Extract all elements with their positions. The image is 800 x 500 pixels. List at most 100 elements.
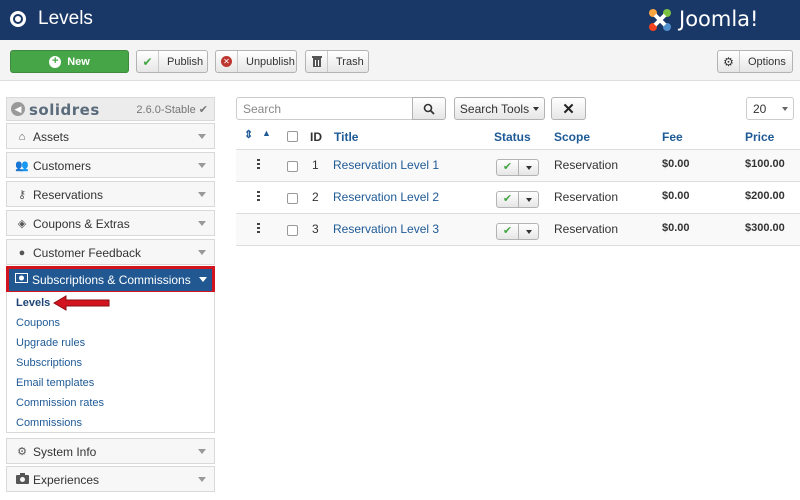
sidebar-item-assets[interactable]: ⌂ Assets [6, 123, 215, 149]
options-label: Options [748, 55, 786, 68]
col-header-id[interactable]: ID [310, 130, 322, 144]
status-toggle[interactable]: ✔ [496, 223, 539, 240]
check-icon: ✔ [497, 160, 519, 175]
row-id: 2 [312, 190, 319, 204]
chevron-down-icon [782, 107, 788, 111]
gear-icon: ⚙ [718, 51, 740, 72]
money-icon [14, 273, 28, 287]
caret-down-icon [526, 198, 532, 202]
drag-handle-icon[interactable] [257, 223, 260, 233]
col-header-scope[interactable]: Scope [554, 130, 590, 144]
submenu-coupons[interactable]: Coupons [16, 317, 60, 329]
sidebar-item-label: Assets [33, 130, 70, 144]
toolbar: + New ✔ Publish ✕ Unpublish Trash ⚙ Opti… [0, 40, 800, 81]
version-label: 2.6.0-Stable ✔ [136, 104, 208, 116]
row-title-link[interactable]: Reservation Level 1 [333, 158, 439, 172]
options-button[interactable]: ⚙ Options [717, 50, 793, 73]
search-tools-label: Search Tools [459, 101, 530, 116]
row-checkbox[interactable] [287, 225, 298, 236]
caret-down-icon [533, 106, 540, 111]
table-row: 2 Reservation Level 2 ✔ Reservation $0.0… [236, 182, 800, 214]
status-toggle[interactable]: ✔ [496, 159, 539, 176]
list-limit-value: 20 [753, 102, 767, 116]
publish-button[interactable]: ✔ Publish [136, 50, 208, 73]
submenu-commissions[interactable]: Commissions [16, 417, 82, 429]
submenu-email-templates[interactable]: Email templates [16, 377, 94, 389]
sort-ordering-icon[interactable]: ⇕ [244, 128, 253, 141]
tag-icon: ◈ [17, 218, 27, 230]
unpublish-button[interactable]: ✕ Unpublish [215, 50, 297, 73]
chevron-down-icon [198, 134, 206, 139]
sidebar-item-customers[interactable]: 👥 Customers [6, 152, 215, 178]
row-fee: $0.00 [662, 190, 690, 202]
submenu-commission-rates[interactable]: Commission rates [16, 397, 104, 409]
trash-icon [306, 51, 328, 72]
unpublish-label: Unpublish [246, 55, 295, 68]
clear-button[interactable]: ✕ [551, 97, 586, 120]
table-row: 1 Reservation Level 1 ✔ Reservation $0.0… [236, 150, 800, 182]
row-scope: Reservation [554, 222, 619, 236]
drag-handle-icon[interactable] [257, 159, 260, 169]
plus-circle-icon: + [49, 55, 62, 68]
new-button-label: New [67, 55, 90, 68]
search-input[interactable] [236, 97, 413, 120]
col-header-title[interactable]: Title [334, 130, 358, 144]
row-scope: Reservation [554, 158, 619, 172]
new-button[interactable]: + New [10, 50, 129, 73]
search-button[interactable] [412, 97, 446, 120]
comment-icon: ● [18, 247, 26, 259]
sidebar-item-label: Customers [33, 159, 92, 173]
joomla-wordmark: Joomla! [679, 7, 759, 31]
publish-label: Publish [167, 55, 204, 68]
row-checkbox[interactable] [287, 161, 298, 172]
row-title-link[interactable]: Reservation Level 2 [333, 190, 439, 204]
unpublish-icon: ✕ [216, 51, 238, 72]
sidebar-item-label: Subscriptions & Commissions [32, 273, 191, 287]
drag-handle-icon[interactable] [257, 191, 260, 201]
col-header-fee[interactable]: Fee [662, 130, 683, 144]
circle-dot-icon [10, 11, 26, 27]
trash-label: Trash [336, 55, 364, 68]
row-price: $300.00 [745, 222, 785, 234]
submenu-subscriptions[interactable]: Subscriptions [16, 357, 82, 369]
row-price: $200.00 [745, 190, 785, 202]
sidebar-item-reservations[interactable]: ⚷ Reservations [6, 181, 215, 207]
chevron-down-icon [198, 221, 206, 226]
list-limit-select[interactable]: 20 [746, 97, 794, 120]
row-price: $100.00 [745, 158, 785, 170]
row-fee: $0.00 [662, 158, 690, 170]
row-title-link[interactable]: Reservation Level 3 [333, 222, 439, 236]
joomla-logo[interactable]: Joomla! [645, 5, 795, 35]
search-icon [423, 103, 435, 115]
submenu-upgrade-rules[interactable]: Upgrade rules [16, 337, 85, 349]
sidebar-item-subscriptions-commissions[interactable]: Subscriptions & Commissions [6, 266, 215, 294]
status-toggle[interactable]: ✔ [496, 191, 539, 208]
sidebar-item-system-info[interactable]: ⚙ System Info [6, 438, 215, 464]
check-icon: ✔ [137, 51, 159, 72]
sidebar-item-label: Coupons & Extras [33, 217, 130, 231]
close-icon: ✕ [562, 100, 575, 118]
caret-down-icon [526, 166, 532, 170]
chevron-down-icon [198, 477, 206, 482]
sidebar-item-coupons-extras[interactable]: ◈ Coupons & Extras [6, 210, 215, 236]
submenu-levels[interactable]: Levels [16, 297, 50, 309]
home-icon: ⌂ [18, 131, 26, 143]
page-title: Levels [38, 8, 93, 29]
annotation-arrow-icon [53, 295, 110, 311]
caret-down-icon [526, 230, 532, 234]
solidres-brand[interactable]: ◀ solidres 2.6.0-Stable ✔ [6, 97, 215, 121]
row-scope: Reservation [554, 190, 619, 204]
search-tools-button[interactable]: Search Tools [454, 97, 545, 120]
col-header-status[interactable]: Status [494, 130, 531, 144]
trash-button[interactable]: Trash [305, 50, 369, 73]
check-icon: ✔ [497, 192, 519, 207]
col-header-price[interactable]: Price [745, 130, 774, 144]
sidebar-item-customer-feedback[interactable]: ● Customer Feedback [6, 239, 215, 265]
sidebar-item-experiences[interactable]: Experiences [6, 466, 215, 492]
users-icon: 👥 [15, 160, 29, 172]
sidebar-item-label: Customer Feedback [33, 246, 142, 260]
select-all-checkbox[interactable] [287, 131, 298, 142]
sidebar-item-label: Experiences [33, 473, 100, 487]
row-checkbox[interactable] [287, 193, 298, 204]
chevron-down-icon [198, 449, 206, 454]
